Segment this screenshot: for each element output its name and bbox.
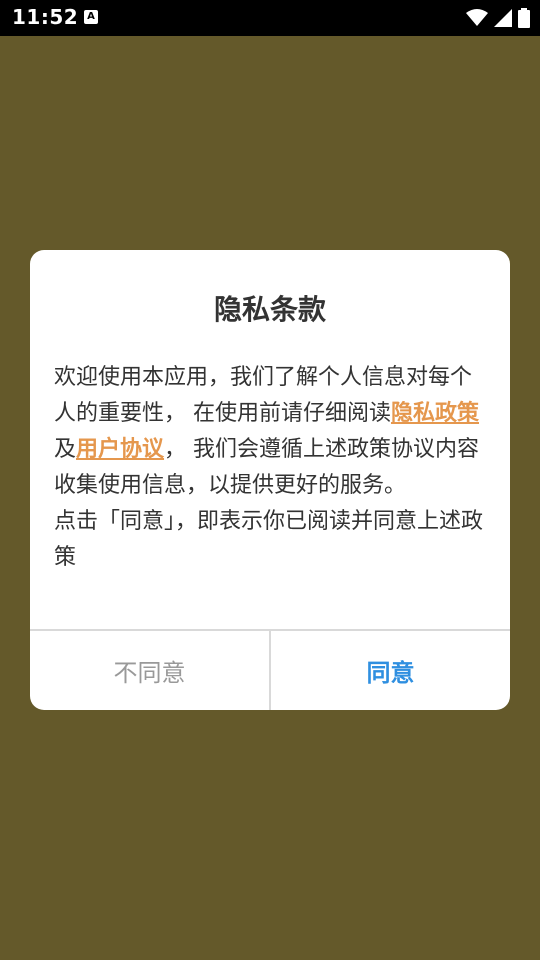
body-consent-line: 点击「同意」，即表示你已阅读并同意上述政策: [54, 509, 484, 570]
disagree-button[interactable]: 不同意: [30, 631, 269, 710]
signal-icon: [494, 9, 512, 27]
dialog-body: 欢迎使用本应用，我们了解个人信息对每个人的重要性， 在使用前请仔细阅读隐私政策及…: [54, 360, 486, 588]
status-bar: 11:52 A: [0, 0, 540, 36]
privacy-policy-link[interactable]: 隐私政策: [391, 401, 479, 426]
dialog-title: 隐私条款: [213, 293, 326, 326]
battery-icon: [518, 8, 530, 28]
status-icons: [466, 7, 530, 29]
status-time: 11:52: [12, 5, 79, 29]
dialog-body-text: 欢迎使用本应用，我们了解个人信息对每个人的重要性， 在使用前请仔细阅读隐私政策及…: [54, 360, 486, 576]
user-agreement-link[interactable]: 用户协议: [76, 437, 164, 462]
wifi-icon: [466, 9, 488, 26]
body-and: 及: [54, 437, 77, 462]
privacy-dialog: 隐私条款 欢迎使用本应用，我们了解个人信息对每个人的重要性， 在使用前请仔细阅读…: [30, 250, 510, 710]
notification-icon: A: [84, 10, 98, 24]
agree-button[interactable]: 同意: [271, 631, 510, 710]
